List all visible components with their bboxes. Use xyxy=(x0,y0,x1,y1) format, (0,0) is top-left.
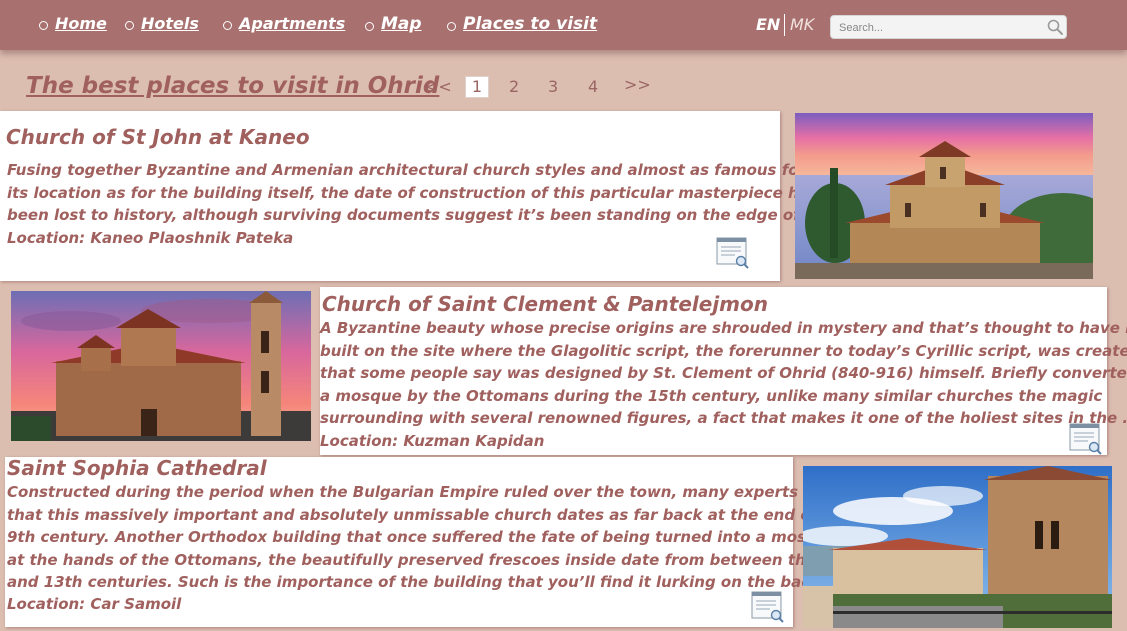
place-description: A Byzantine beauty whose precise origins… xyxy=(320,317,1127,430)
description-line: and 13th centuries. Such is the importan… xyxy=(7,573,865,591)
description-line: Fusing together Byzantine and Armenian a… xyxy=(7,161,806,179)
saint-sophia-cathedral-photo xyxy=(803,466,1112,628)
pager-page-3[interactable]: 3 xyxy=(548,77,558,96)
description-line: its location as for the building itself,… xyxy=(7,183,818,202)
place-location: Location: Kuzman Kapidan xyxy=(320,432,545,450)
description-line: been lost to history, although surviving… xyxy=(7,206,851,224)
nav-apartments-link[interactable]: Apartments xyxy=(223,14,345,33)
kaneo-church-photo xyxy=(795,113,1093,279)
place-card-kaneo[interactable]: Church of St John at Kaneo Fusing togeth… xyxy=(0,111,850,281)
description-line: built on the site where the Glagolitic s… xyxy=(320,341,1127,360)
nav-places-label: Places to visit xyxy=(463,14,598,34)
document-search-icon[interactable] xyxy=(751,591,787,623)
description-line: that some people say was designed by St.… xyxy=(320,364,1127,382)
description-line: Constructed during the period when the B… xyxy=(7,483,849,501)
description-line: surrounding with several renowned figure… xyxy=(320,409,1127,427)
nav-map-link[interactable]: Map xyxy=(365,14,422,34)
description-line: A Byzantine beauty whose precise origins… xyxy=(320,319,1127,337)
search-box xyxy=(830,15,1067,39)
bullet-icon xyxy=(365,21,374,31)
top-navbar: Home Hotels Apartments Map Places to vis… xyxy=(0,0,1127,50)
place-title[interactable]: Church of Saint Clement & Pantelejmon xyxy=(322,292,768,316)
description-line: 9th century. Another Orthodox building t… xyxy=(7,528,838,546)
pager-page-2[interactable]: 2 xyxy=(509,77,519,96)
magnifier-icon[interactable] xyxy=(1046,18,1064,36)
page-title: The best places to visit in Ohrid xyxy=(26,73,440,99)
place-description: Constructed during the period when the B… xyxy=(7,481,864,594)
lang-divider xyxy=(784,14,785,36)
nav-hotels-label: Hotels xyxy=(141,14,199,33)
place-description: Fusing together Byzantine and Armenian a… xyxy=(7,159,850,227)
document-search-icon[interactable] xyxy=(1069,423,1105,455)
bullet-icon xyxy=(125,21,134,30)
description-line: at the hands of the Ottomans, the beauti… xyxy=(7,550,860,569)
nav-map-label: Map xyxy=(381,14,422,34)
pager-next[interactable]: >> xyxy=(624,75,651,94)
pager-page-4[interactable]: 4 xyxy=(588,77,598,96)
document-search-icon[interactable] xyxy=(716,237,752,269)
place-card-saint-clement[interactable]: Church of Saint Clement & Pantelejmon A … xyxy=(320,287,1127,455)
bullet-icon xyxy=(39,21,48,30)
search-input[interactable] xyxy=(839,18,1039,37)
saint-clement-church-photo xyxy=(11,291,311,441)
bullet-icon xyxy=(447,21,456,31)
description-line: a mosque by the Ottomans during the 15th… xyxy=(320,386,1103,405)
nav-hotels-link[interactable]: Hotels xyxy=(125,14,199,33)
description-line: that this massively important and absolu… xyxy=(7,505,851,524)
pager-prev[interactable]: << xyxy=(425,77,452,96)
lang-en-button[interactable]: EN xyxy=(756,15,780,34)
place-card-saint-sophia[interactable]: Saint Sophia Cathedral Constructed durin… xyxy=(5,456,864,627)
place-title[interactable]: Church of St John at Kaneo xyxy=(6,125,310,149)
place-title[interactable]: Saint Sophia Cathedral xyxy=(7,456,267,480)
place-location: Location: Kaneo Plaoshnik Pateka xyxy=(7,229,294,247)
nav-home-link[interactable]: Home xyxy=(39,14,107,33)
nav-home-label: Home xyxy=(55,14,107,33)
bullet-icon xyxy=(223,21,232,30)
pager-page-1[interactable]: 1 xyxy=(465,76,489,98)
nav-apartments-label: Apartments xyxy=(239,14,346,33)
lang-mk-button[interactable]: MK xyxy=(790,15,814,34)
place-location: Location: Car Samoil xyxy=(7,595,182,613)
nav-places-link[interactable]: Places to visit xyxy=(447,14,597,34)
